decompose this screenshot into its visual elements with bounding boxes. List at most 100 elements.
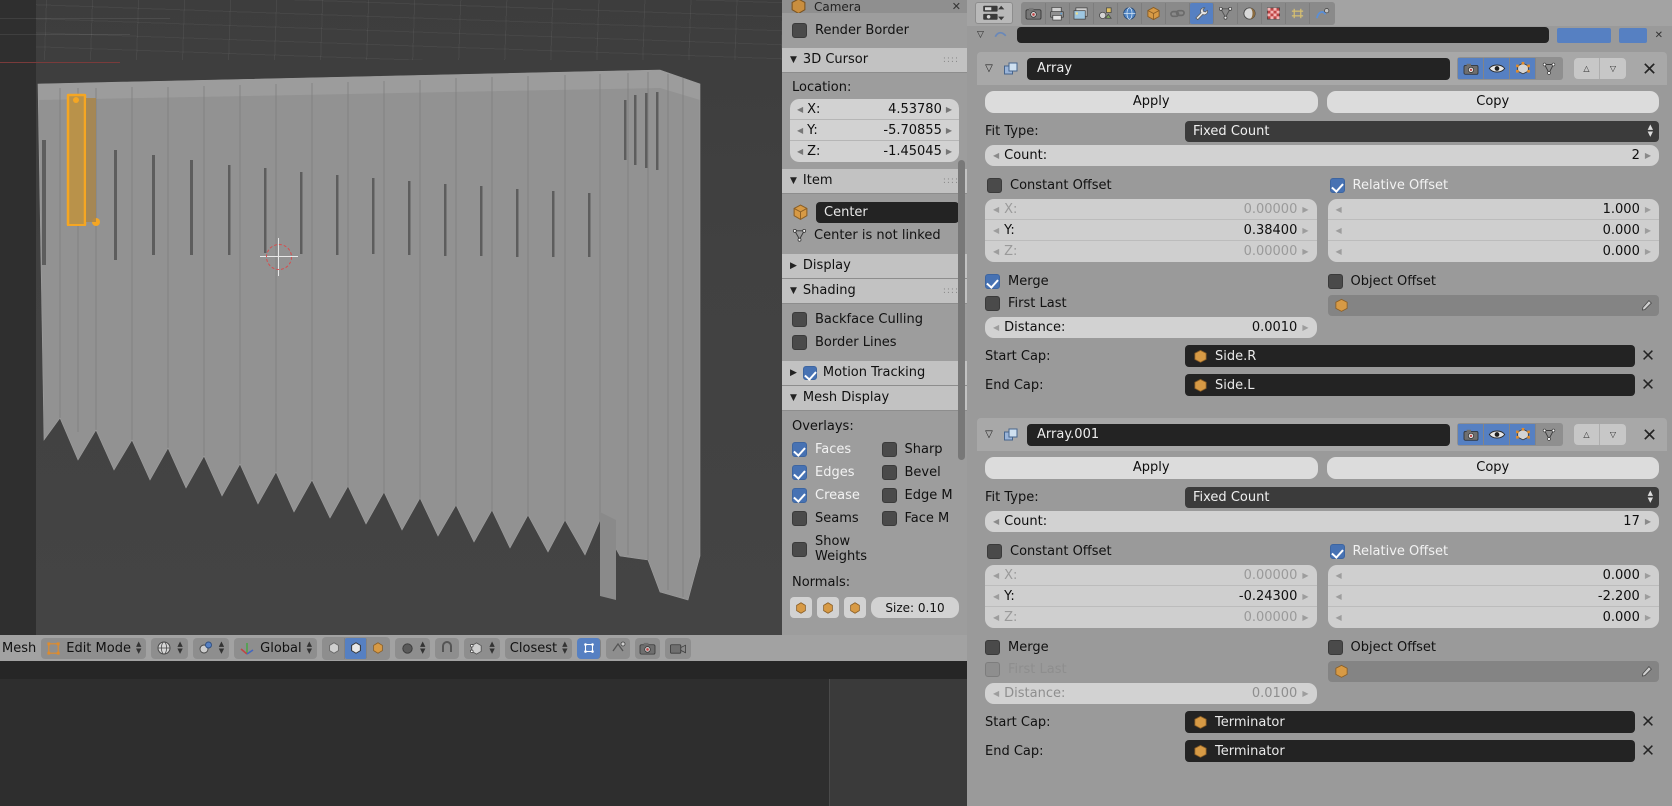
relative-z-field[interactable]: ◀ 0.000 ▶ <box>1327 607 1659 628</box>
modifier-reorder-buttons[interactable]: △ ▽ <box>1574 424 1626 445</box>
increment-icon[interactable]: ▶ <box>1645 205 1651 214</box>
section-shading[interactable]: ▼ Shading :::: <box>782 279 967 304</box>
overlay-edge-m-row[interactable]: Edge M <box>880 484 960 507</box>
increment-icon[interactable]: ▶ <box>1645 571 1651 580</box>
merge-distance-field[interactable]: ◀ Distance: 0.0100 ▶ <box>985 683 1317 704</box>
auto-merge-toggle[interactable] <box>577 637 602 659</box>
increment-icon[interactable]: ▶ <box>1302 571 1308 580</box>
section-display[interactable]: ▶ Display <box>782 254 967 279</box>
output-tab[interactable] <box>1046 2 1070 24</box>
transform-orientation-selector[interactable]: Global ▲ ▼ <box>234 637 318 659</box>
overlay-edges-row[interactable]: Edges <box>790 461 870 484</box>
eyedropper-icon[interactable] <box>1640 665 1653 678</box>
decrement-icon[interactable]: ◀ <box>1336 247 1342 256</box>
section-mesh-display[interactable]: ▼ Mesh Display <box>782 386 967 411</box>
relative-offset-checkbox[interactable] <box>1329 544 1345 559</box>
increment-icon[interactable]: ▶ <box>1645 613 1651 622</box>
apply-copy-row[interactable]: Apply Copy <box>985 91 1659 113</box>
constant-z-field[interactable]: ◀ Z: 0.00000 ▶ <box>985 241 1317 262</box>
face-select-button[interactable] <box>367 638 389 659</box>
chevron-updown-icon[interactable]: ▲ ▼ <box>219 641 224 655</box>
object-offset-checkbox[interactable] <box>1327 639 1343 655</box>
relative-offset-row[interactable]: Relative Offset <box>1328 540 1660 563</box>
edges-checkbox[interactable] <box>792 465 807 480</box>
constant-y-field[interactable]: ◀ Y: 0.38400 ▶ <box>985 220 1317 241</box>
viewport-header-bar[interactable]: Mesh Edit Mode ▲ ▼ ▲ ▼ ▲ ▼ Global ▲ ▼ ▲ … <box>0 635 967 661</box>
constant-offset-checkbox[interactable] <box>987 544 1002 559</box>
move-up-button[interactable]: △ <box>1574 58 1600 79</box>
constant-offset-checkbox[interactable] <box>987 178 1002 193</box>
chevron-updown-icon[interactable]: ▲ ▼ <box>489 641 494 655</box>
overlay-crease-row[interactable]: Crease <box>790 484 870 507</box>
modifier-header[interactable]: ▽ Array △ ▽ <box>977 52 1667 85</box>
mesh-select-mode-group[interactable] <box>322 636 391 660</box>
modifier-display-toggles[interactable] <box>1457 57 1563 80</box>
border-lines-row[interactable]: Border Lines <box>790 331 959 354</box>
modifier-display-toggles[interactable] <box>1457 423 1563 446</box>
constraints-tab[interactable] <box>1166 2 1190 24</box>
first-last-row[interactable]: First Last <box>985 292 1317 314</box>
snap-magnet-toggle[interactable] <box>435 637 460 659</box>
decrement-icon[interactable]: ◀ <box>993 571 999 580</box>
previous-modifier-toggles[interactable] <box>1556 27 1611 43</box>
sidebar-scrollbar[interactable] <box>958 160 965 460</box>
relative-x-field[interactable]: ◀ 1.000 ▶ <box>1327 199 1659 220</box>
relative-y-field[interactable]: ◀ 0.000 ▶ <box>1327 220 1659 241</box>
modifier-reorder-buttons[interactable]: △ ▽ <box>1574 58 1626 79</box>
render-border-checkbox[interactable] <box>792 23 807 38</box>
end-cap-row[interactable]: End Cap: Terminator <box>985 740 1659 762</box>
data-tab[interactable] <box>1286 2 1310 24</box>
pivot-point-selector[interactable]: ▲ ▼ <box>192 637 230 659</box>
decrement-icon[interactable]: ◀ <box>1336 226 1342 235</box>
constant-offset-fields[interactable]: ◀ X: 0.00000 ▶ ◀ Y: -0.24300 ▶ ◀ Z: 0.00… <box>985 565 1317 628</box>
first-last-checkbox[interactable] <box>985 661 1000 677</box>
crease-checkbox[interactable] <box>792 488 807 503</box>
increment-icon[interactable]: ▶ <box>1302 592 1308 601</box>
count-field[interactable]: ◀ Count: 2 ▶ <box>985 145 1659 166</box>
close-icon[interactable] <box>1641 714 1655 728</box>
mode-selector[interactable]: Edit Mode ▲ ▼ <box>41 637 147 659</box>
object-name-row[interactable]: Center <box>790 199 959 226</box>
viewport-shading-selector[interactable]: ▲ ▼ <box>151 637 188 659</box>
previous-modifier-partial[interactable]: ▽ ✕ <box>977 26 1663 44</box>
render-border-row[interactable]: Render Border <box>790 19 959 42</box>
move-down-button[interactable]: ▽ <box>1600 424 1626 445</box>
decrement-icon[interactable]: ◀ <box>1336 592 1342 601</box>
increment-icon[interactable]: ▶ <box>1645 592 1651 601</box>
increment-icon[interactable]: ▶ <box>946 126 952 135</box>
on-cage-toggle[interactable] <box>1536 424 1562 445</box>
decrement-icon[interactable]: ◀ <box>797 105 803 114</box>
world-tab[interactable] <box>1118 2 1142 24</box>
overlay-face-m-row[interactable]: Face M <box>880 507 960 530</box>
fit-type-row[interactable]: Fit Type: Fixed Count ▲ ▼ <box>985 487 1659 508</box>
decrement-icon[interactable]: ◀ <box>1336 571 1342 580</box>
previous-modifier-name-field[interactable] <box>1016 27 1549 43</box>
decrement-icon[interactable]: ◀ <box>797 147 803 156</box>
properties-editor[interactable]: ▽ ✕ ▽ Array △ ▽ Apply Copy Fit Type: Fix… <box>967 0 1672 806</box>
relative-offset-fields[interactable]: ◀ 0.000 ▶ ◀ -2.200 ▶ ◀ 0.000 ▶ <box>1327 565 1659 628</box>
modifier-name-field[interactable]: Array.001 <box>1027 423 1450 446</box>
decrement-icon[interactable]: ◀ <box>993 205 999 214</box>
properties-tabs[interactable] <box>1021 1 1335 25</box>
render-toggle[interactable] <box>1458 424 1484 445</box>
bevel-checkbox[interactable] <box>881 465 897 480</box>
chevron-down-icon[interactable]: ▽ <box>983 63 995 74</box>
close-icon[interactable]: ✕ <box>952 0 961 13</box>
copy-button[interactable]: Copy <box>1326 457 1659 479</box>
proportional-edit-selector[interactable]: ▲ ▼ <box>395 637 431 659</box>
start-cap-field[interactable]: Terminator <box>1185 711 1653 733</box>
delete-modifier-button[interactable] <box>1637 424 1661 445</box>
increment-icon[interactable]: ▶ <box>1645 247 1651 256</box>
overlay-faces-row[interactable]: Faces <box>790 438 870 461</box>
constant-x-field[interactable]: ◀ X: 0.00000 ▶ <box>985 565 1317 586</box>
end-cap-field[interactable]: Side.L <box>1185 374 1653 396</box>
merge-row[interactable]: Merge <box>985 270 1317 292</box>
timeline-body[interactable] <box>0 679 967 806</box>
fit-type-row[interactable]: Fit Type: Fixed Count ▲ ▼ <box>985 121 1659 142</box>
move-up-button[interactable]: △ <box>1574 424 1600 445</box>
material-tab[interactable] <box>1262 2 1286 24</box>
relative-offset-row[interactable]: Relative Offset <box>1328 174 1660 197</box>
fence-mesh[interactable] <box>0 0 782 635</box>
end-cap-row[interactable]: End Cap: Side.L <box>985 374 1659 396</box>
properties-tab-bar[interactable] <box>967 0 1672 26</box>
